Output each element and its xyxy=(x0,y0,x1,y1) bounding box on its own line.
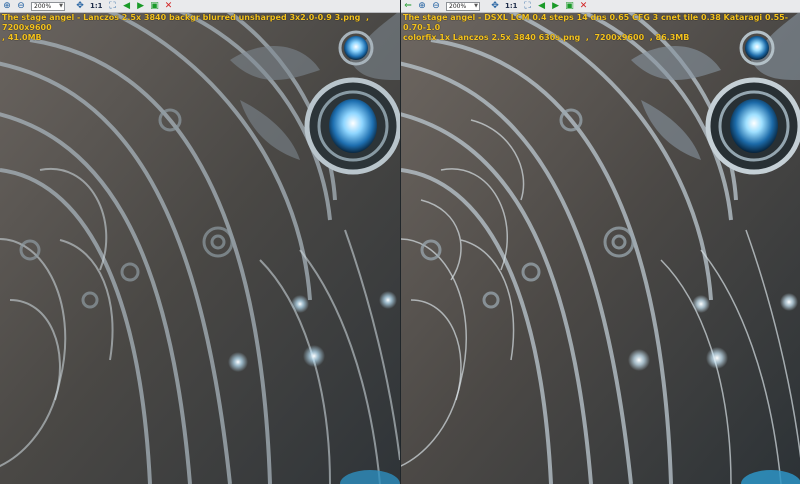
chevron-down-icon: ▼ xyxy=(474,2,478,9)
save-icon[interactable]: ▣ xyxy=(564,1,576,12)
close-icon[interactable]: ✕ xyxy=(163,1,175,12)
prev-image-icon[interactable]: ◀ xyxy=(536,1,548,12)
left-zoom-select[interactable]: 200% ▼ xyxy=(31,1,65,11)
right-zoom-value: 200% xyxy=(449,2,467,10)
fit-window-icon[interactable]: ⛶ xyxy=(107,1,119,12)
nav-icon[interactable]: ✥ xyxy=(74,1,86,12)
right-toolbar: ⇐ ⊕ ⊖ 200% ▼ ✥ 1:1 ⛶ ◀ ▶ ▣ ✕ xyxy=(401,0,800,13)
fit-window-icon[interactable]: ⛶ xyxy=(522,1,534,12)
nav-icon[interactable]: ✥ xyxy=(489,1,501,12)
right-image-view[interactable] xyxy=(401,0,800,484)
comparison-viewer: ⊕ ⊖ 200% ▼ ✥ 1:1 ⛶ ◀ ▶ ▣ ✕ The stage ange… xyxy=(0,0,800,484)
zoom-out-icon[interactable]: ⊖ xyxy=(15,1,27,12)
zoom-in-icon[interactable]: ⊕ xyxy=(416,1,428,12)
right-image-caption: The stage angel - DSXL LCM 0.4 steps 14 … xyxy=(403,13,789,42)
save-icon[interactable]: ▣ xyxy=(149,1,161,12)
left-image-view[interactable] xyxy=(0,0,400,484)
left-toolbar: ⊕ ⊖ 200% ▼ ✥ 1:1 ⛶ ◀ ▶ ▣ ✕ xyxy=(0,0,400,13)
left-image-caption: The stage angel - Lanczos 2.5x 3840 back… xyxy=(2,13,369,42)
prev-image-icon[interactable]: ◀ xyxy=(121,1,133,12)
left-image-pane: ⊕ ⊖ 200% ▼ ✥ 1:1 ⛶ ◀ ▶ ▣ ✕ The stage ange… xyxy=(0,0,400,484)
zoom-in-icon[interactable]: ⊕ xyxy=(1,1,13,12)
close-icon[interactable]: ✕ xyxy=(578,1,590,12)
right-zoom-select[interactable]: 200% ▼ xyxy=(446,1,480,11)
actual-size-button[interactable]: 1:1 xyxy=(503,2,520,10)
left-zoom-value: 200% xyxy=(34,2,52,10)
right-image-pane: ⇐ ⊕ ⊖ 200% ▼ ✥ 1:1 ⛶ ◀ ▶ ▣ ✕ The stage an… xyxy=(400,0,800,484)
zoom-out-icon[interactable]: ⊖ xyxy=(430,1,442,12)
actual-size-button[interactable]: 1:1 xyxy=(88,2,105,10)
next-image-icon[interactable]: ▶ xyxy=(550,1,562,12)
sync-arrow-icon[interactable]: ⇐ xyxy=(402,1,414,12)
next-image-icon[interactable]: ▶ xyxy=(135,1,147,12)
chevron-down-icon: ▼ xyxy=(59,2,63,9)
